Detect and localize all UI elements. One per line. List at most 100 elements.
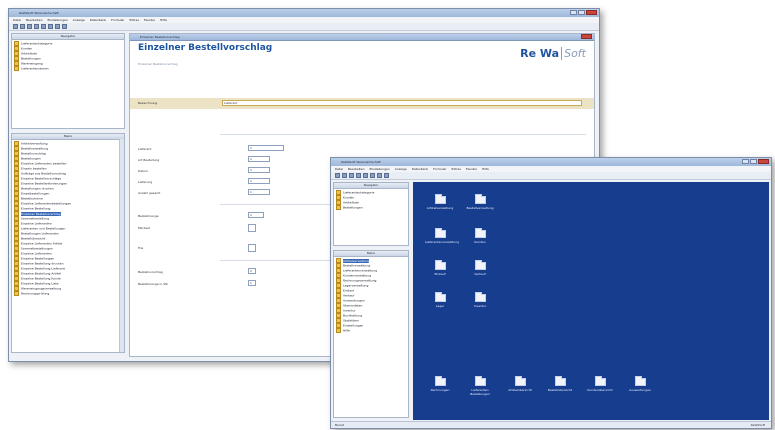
desktop-shortcut-label: Kundenübersicht xyxy=(587,388,613,392)
refresh-icon[interactable] xyxy=(55,24,60,29)
print-icon[interactable] xyxy=(34,24,39,29)
refresh-icon[interactable] xyxy=(377,173,382,178)
help-icon[interactable] xyxy=(62,24,67,29)
minimize-button[interactable] xyxy=(570,10,577,15)
tree-item-label: Einzelne Bestellung xyxy=(21,206,51,211)
tree-item-label: Sammelbestellung xyxy=(21,216,49,221)
maximize-button[interactable] xyxy=(750,159,757,164)
menu-item[interactable]: Anzeige xyxy=(73,18,85,22)
menu-item[interactable]: Einstellungen xyxy=(369,167,389,171)
open-icon[interactable] xyxy=(20,24,25,29)
front-toolbar xyxy=(331,172,771,180)
delivery-input[interactable]: 1 xyxy=(248,178,270,184)
quantity-pieces-input[interactable]: 1 xyxy=(248,280,256,286)
desktop-shortcut[interactable]: Verkauf xyxy=(465,260,495,276)
tree-item[interactable]: Bestellungen xyxy=(336,205,406,210)
search-icon[interactable] xyxy=(48,24,53,29)
navigator-panel: Navigator Lieferantenkategorie Kunden Ar… xyxy=(11,33,125,129)
desktop-shortcut[interactable]: Lager xyxy=(425,292,455,308)
maximize-button[interactable] xyxy=(578,10,585,15)
menu-item[interactable]: Fenster xyxy=(466,167,477,171)
menu-item[interactable]: Bearbeiten xyxy=(348,167,364,171)
desktop-shortcut-label: Lieferantenverwaltung xyxy=(425,240,460,244)
tree-item-label: Bestellverwaltung xyxy=(343,263,371,268)
print-icon[interactable] xyxy=(356,173,361,178)
folder-icon xyxy=(434,292,446,302)
menu-item[interactable]: Extras xyxy=(451,167,460,171)
desktop-shortcut-label: Artikelverwaltung xyxy=(426,206,454,210)
save-icon[interactable] xyxy=(27,24,32,29)
tree-item-label: Bestellungen Lieferanten xyxy=(21,231,59,236)
menu-item[interactable]: Extras xyxy=(129,18,138,22)
scrollbar[interactable] xyxy=(119,139,124,352)
folder-icon xyxy=(634,376,646,386)
form-close-button[interactable] xyxy=(581,34,592,39)
tree-item[interactable]: Rechnungsprüfung xyxy=(14,291,122,296)
navigator-tree: Lieferantenkategorie Kunden Artikelliste… xyxy=(14,41,122,71)
tree-item[interactable]: Lieferantenstamm xyxy=(14,66,122,71)
field-label: Mindest xyxy=(138,226,150,230)
field-label: Datum xyxy=(138,169,149,173)
menu-item[interactable]: Formular xyxy=(433,167,446,171)
menu-item[interactable]: Hilfe xyxy=(482,167,489,171)
menu-item[interactable]: Anzeige xyxy=(395,167,407,171)
delete-icon[interactable] xyxy=(363,173,368,178)
field-label: Bestellmenge xyxy=(138,214,159,218)
field-label: Bezeichnung xyxy=(138,101,158,105)
tree-item-label: Rechnungsverwaltung xyxy=(343,278,377,283)
order-quantity-input[interactable]: 1 xyxy=(248,212,264,218)
tree-item-label: Einzeln bestellen xyxy=(21,166,47,171)
supplier-input[interactable]: 1 xyxy=(248,145,284,151)
desktop-shortcut[interactable]: Artikelverwaltung xyxy=(425,194,455,210)
desktop-shortcut[interactable]: Inventur xyxy=(465,292,495,308)
close-button[interactable] xyxy=(758,159,769,164)
navigator-panel: Navigator Lieferantenkategorie Kunden Ar… xyxy=(333,182,409,246)
minimize-button[interactable] xyxy=(742,159,749,164)
open-icon[interactable] xyxy=(342,173,347,178)
desktop-shortcut[interactable]: Lieferantenverwaltung xyxy=(425,228,460,244)
total-quantity-input[interactable]: 1 xyxy=(248,189,270,195)
description-input[interactable]: Lieferant xyxy=(222,100,582,106)
form-window-titlebar[interactable]: Einzelner Bestellvorschlag xyxy=(130,34,594,41)
desktop-shortcut[interactable]: Lieferanten Bestellungen xyxy=(465,376,495,396)
minimum-checkbox[interactable] xyxy=(248,224,256,232)
desktop-shortcut[interactable]: Bestellverwaltung xyxy=(465,194,495,210)
tree-item-label: Auswertungen xyxy=(343,298,365,303)
menu-item[interactable]: Einstellungen xyxy=(47,18,67,22)
save-icon[interactable] xyxy=(349,173,354,178)
free-checkbox[interactable] xyxy=(248,244,256,252)
menu-tree-title: Menü xyxy=(334,251,408,257)
desktop-shortcut[interactable]: Einkauf xyxy=(425,260,455,276)
date-input[interactable]: 1 xyxy=(248,167,270,173)
menu-item[interactable]: Datei xyxy=(335,167,343,171)
menu-item[interactable]: Datenbank xyxy=(412,167,428,171)
tree-item[interactable]: Hilfe xyxy=(336,328,406,333)
menu-item[interactable]: Formular xyxy=(111,18,124,22)
menu-item[interactable]: Datenbank xyxy=(90,18,106,22)
folder-icon xyxy=(336,328,341,333)
close-button[interactable] xyxy=(586,10,597,15)
desktop-shortcut-label: Bestellverwaltung xyxy=(466,206,494,210)
order-proposal-input[interactable]: 1 xyxy=(248,268,256,274)
folder-icon xyxy=(474,194,486,204)
desktop-shortcut-label: Inventur xyxy=(473,304,487,308)
tree-item-label: Einzelne Bestellung Lieferant xyxy=(21,266,65,271)
new-icon[interactable] xyxy=(13,24,18,29)
desktop-shortcut[interactable]: Artikelübersicht xyxy=(505,376,535,392)
search-icon[interactable] xyxy=(370,173,375,178)
desktop-shortcut[interactable]: Kundenübersicht xyxy=(585,376,615,392)
new-icon[interactable] xyxy=(335,173,340,178)
menu-item[interactable]: Fenster xyxy=(144,18,155,22)
delete-icon[interactable] xyxy=(41,24,46,29)
order-type-input[interactable]: 1 xyxy=(248,156,270,162)
desktop-shortcut[interactable]: Rechnungen xyxy=(425,376,455,392)
desktop-shortcut[interactable]: Auswertungen xyxy=(625,376,655,392)
folder-icon xyxy=(434,194,446,204)
menu-item[interactable]: Datei xyxy=(13,18,21,22)
desktop-shortcut[interactable]: Bestellübersicht xyxy=(545,376,575,392)
menu-item[interactable]: Hilfe xyxy=(160,18,167,22)
desktop-shortcut-label: Lieferanten Bestellungen xyxy=(470,388,490,396)
desktop-shortcut[interactable]: Kunden xyxy=(465,228,495,244)
help-icon[interactable] xyxy=(384,173,389,178)
menu-item[interactable]: Bearbeiten xyxy=(26,18,42,22)
